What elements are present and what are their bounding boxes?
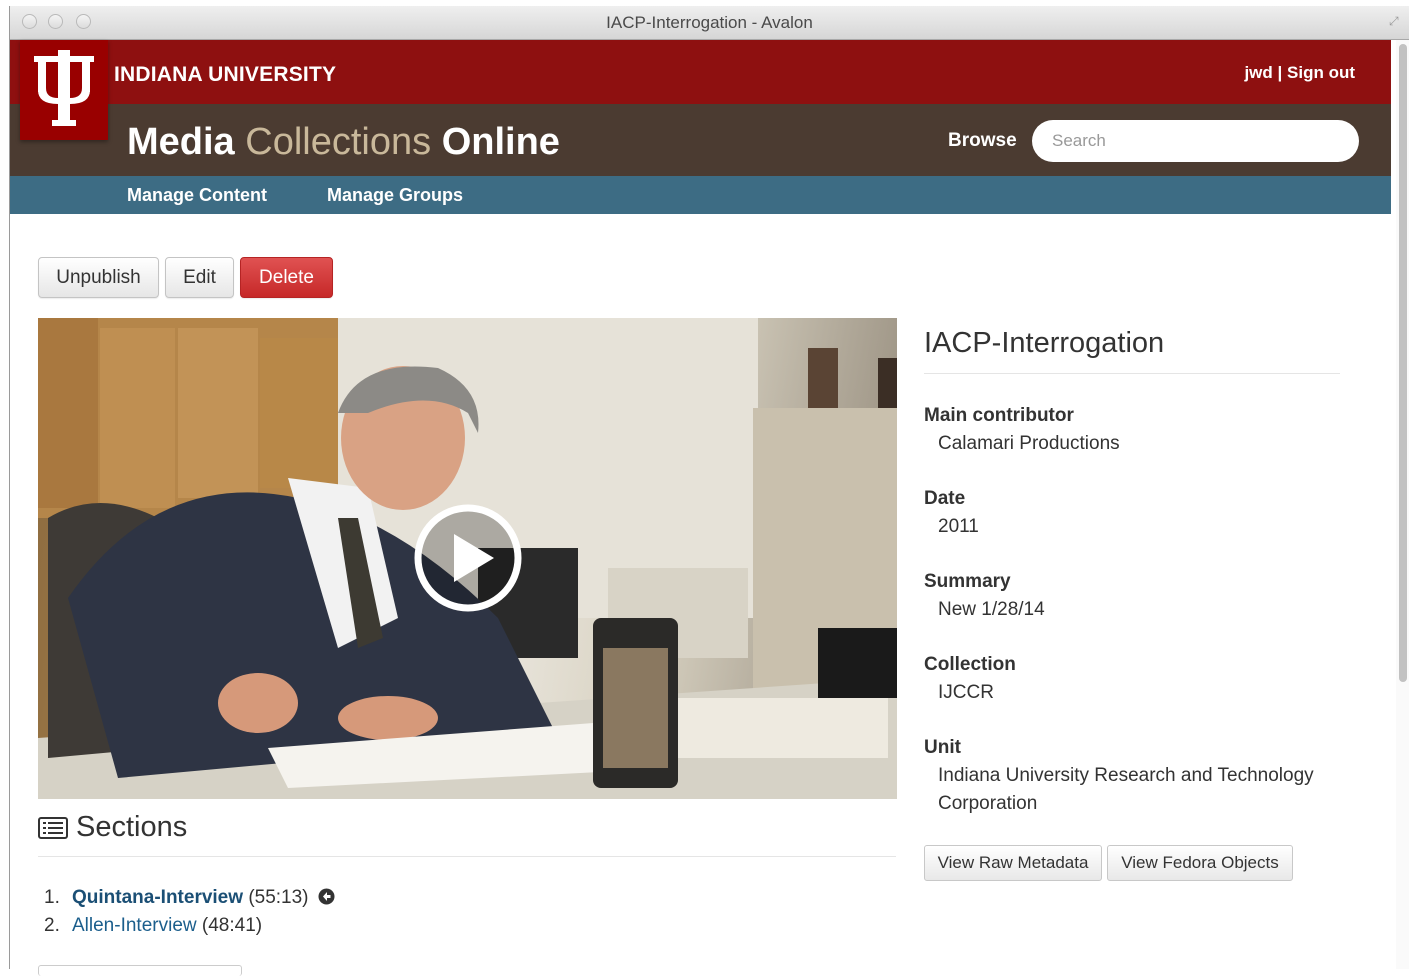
view-raw-metadata-button[interactable]: View Raw Metadata <box>924 845 1102 881</box>
section-item: 1. Quintana-Interview (55:13) <box>44 887 335 909</box>
username-link[interactable]: jwd <box>1244 63 1272 82</box>
sections-heading-text: Sections <box>76 811 188 843</box>
iu-trident-logo[interactable] <box>20 40 108 140</box>
section-number: 1. <box>44 887 60 908</box>
section-link-quintana-interview[interactable]: Quintana-Interview <box>72 887 243 908</box>
section-item: 2. Allen-Interview (48:41) <box>44 915 262 937</box>
delete-button[interactable]: Delete <box>240 257 333 298</box>
unpublish-button[interactable]: Unpublish <box>38 257 159 298</box>
site-title-part3: Online <box>441 121 560 163</box>
search-input[interactable] <box>1032 120 1359 162</box>
field-label-collection: Collection <box>924 654 1016 675</box>
field-label-date: Date <box>924 488 966 509</box>
field-value-collection: IJCCR <box>938 682 994 703</box>
current-section-arrow-icon <box>318 888 335 905</box>
view-fedora-objects-button[interactable]: View Fedora Objects <box>1107 845 1293 881</box>
play-icon[interactable] <box>412 502 524 614</box>
university-name[interactable]: INDIANA UNIVERSITY <box>114 63 336 87</box>
window-resize-icon[interactable]: ⤢ <box>1389 14 1403 28</box>
nav-manage-content[interactable]: Manage Content <box>127 185 267 206</box>
field-label-unit: Unit <box>924 737 961 758</box>
nav-manage-groups[interactable]: Manage Groups <box>327 185 463 206</box>
sections-list-icon <box>38 816 68 839</box>
field-value-unit: Indiana University Research and Technolo… <box>938 765 1314 814</box>
section-number: 2. <box>44 915 60 936</box>
item-title: IACP-Interrogation <box>924 327 1165 359</box>
sections-heading: Sections <box>38 811 187 844</box>
field-label-main-contributor: Main contributor <box>924 405 1074 426</box>
field-value-main-contributor: Calamari Productions <box>938 433 1120 454</box>
browse-link[interactable]: Browse <box>948 130 1017 152</box>
site-title-part1: Media <box>127 121 235 163</box>
window-title: IACP-Interrogation - Avalon <box>606 13 813 32</box>
sections-divider <box>38 856 896 857</box>
section-link-allen-interview[interactable]: Allen-Interview <box>72 915 197 936</box>
site-title-part2: Collections <box>245 121 432 163</box>
section-duration: (48:41) <box>201 915 263 936</box>
title-divider <box>924 373 1340 374</box>
edit-button[interactable]: Edit <box>165 257 234 298</box>
field-value-summary: New 1/28/14 <box>938 599 1045 620</box>
sign-out-link[interactable]: Sign out <box>1287 63 1355 82</box>
field-label-summary: Summary <box>924 571 1011 592</box>
window-titlebar: IACP-Interrogation - Avalon ⤢ <box>10 6 1409 40</box>
partially-visible-button[interactable] <box>38 965 242 976</box>
field-value-date: 2011 <box>938 516 979 537</box>
user-links: jwd | Sign out <box>1244 63 1355 83</box>
section-duration: (55:13) <box>248 887 309 908</box>
user-links-separator: | <box>1277 63 1283 82</box>
site-title[interactable]: Media Collections Online <box>127 121 560 164</box>
iu-trident-icon <box>34 50 94 126</box>
scrollbar-thumb[interactable] <box>1399 44 1407 682</box>
